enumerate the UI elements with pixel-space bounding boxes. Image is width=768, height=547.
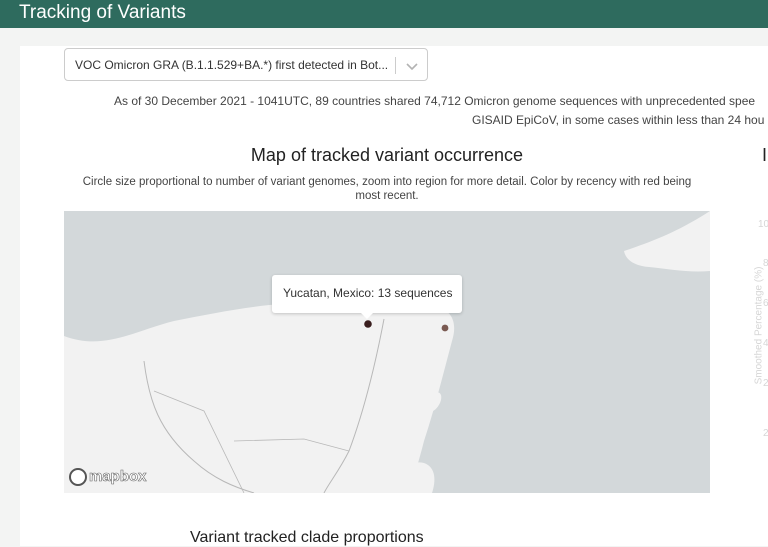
- chevron-down-icon[interactable]: [405, 59, 419, 73]
- select-separator: [395, 57, 396, 74]
- map-land-yucatan: [64, 302, 455, 493]
- right-chart-tick: 10: [758, 219, 768, 230]
- info-line-2: GISAID EpiCoV, in some cases within less…: [472, 113, 765, 127]
- variant-map[interactable]: [64, 211, 710, 493]
- variant-select[interactable]: VOC Omicron GRA (B.1.1.529+BA.*) first d…: [64, 48, 428, 81]
- variant-select-value: VOC Omicron GRA (B.1.1.529+BA.*) first d…: [75, 58, 389, 72]
- map-tooltip: Yucatan, Mexico: 13 sequences: [272, 275, 462, 319]
- map-marker-quintana-roo: [441, 324, 449, 332]
- right-chart-title: I: [762, 145, 768, 165]
- map-title: Map of tracked variant occurrence: [250, 145, 524, 165]
- map-land-cuba: [624, 211, 710, 272]
- right-chart-tick: 4: [763, 338, 768, 349]
- map-subtitle: Circle size proportional to number of va…: [82, 176, 692, 202]
- map-marker-yucatan: [364, 320, 372, 328]
- map-tooltip-text: Yucatan, Mexico: 13 sequences: [283, 286, 453, 300]
- info-line-1: As of 30 December 2021 - 1041UTC, 89 cou…: [114, 94, 756, 108]
- right-chart-tick: 2: [763, 378, 768, 389]
- page-title: Tracking of Variants: [19, 2, 186, 23]
- bottom-section-title: Variant tracked clade proportions: [190, 529, 424, 546]
- right-chart-tick: 2: [763, 428, 768, 439]
- right-chart-ylabel: Smoothed Percentage (%): [753, 266, 765, 385]
- header-bar: Tracking of Variants: [0, 0, 768, 28]
- mapbox-wordmark: mapbox: [89, 468, 147, 486]
- tooltip-pointer: [361, 313, 373, 319]
- right-chart-tick: 6: [763, 298, 768, 309]
- mapbox-icon: [69, 468, 87, 486]
- map-canvas: [64, 211, 710, 493]
- right-chart-tick: 8: [763, 258, 768, 269]
